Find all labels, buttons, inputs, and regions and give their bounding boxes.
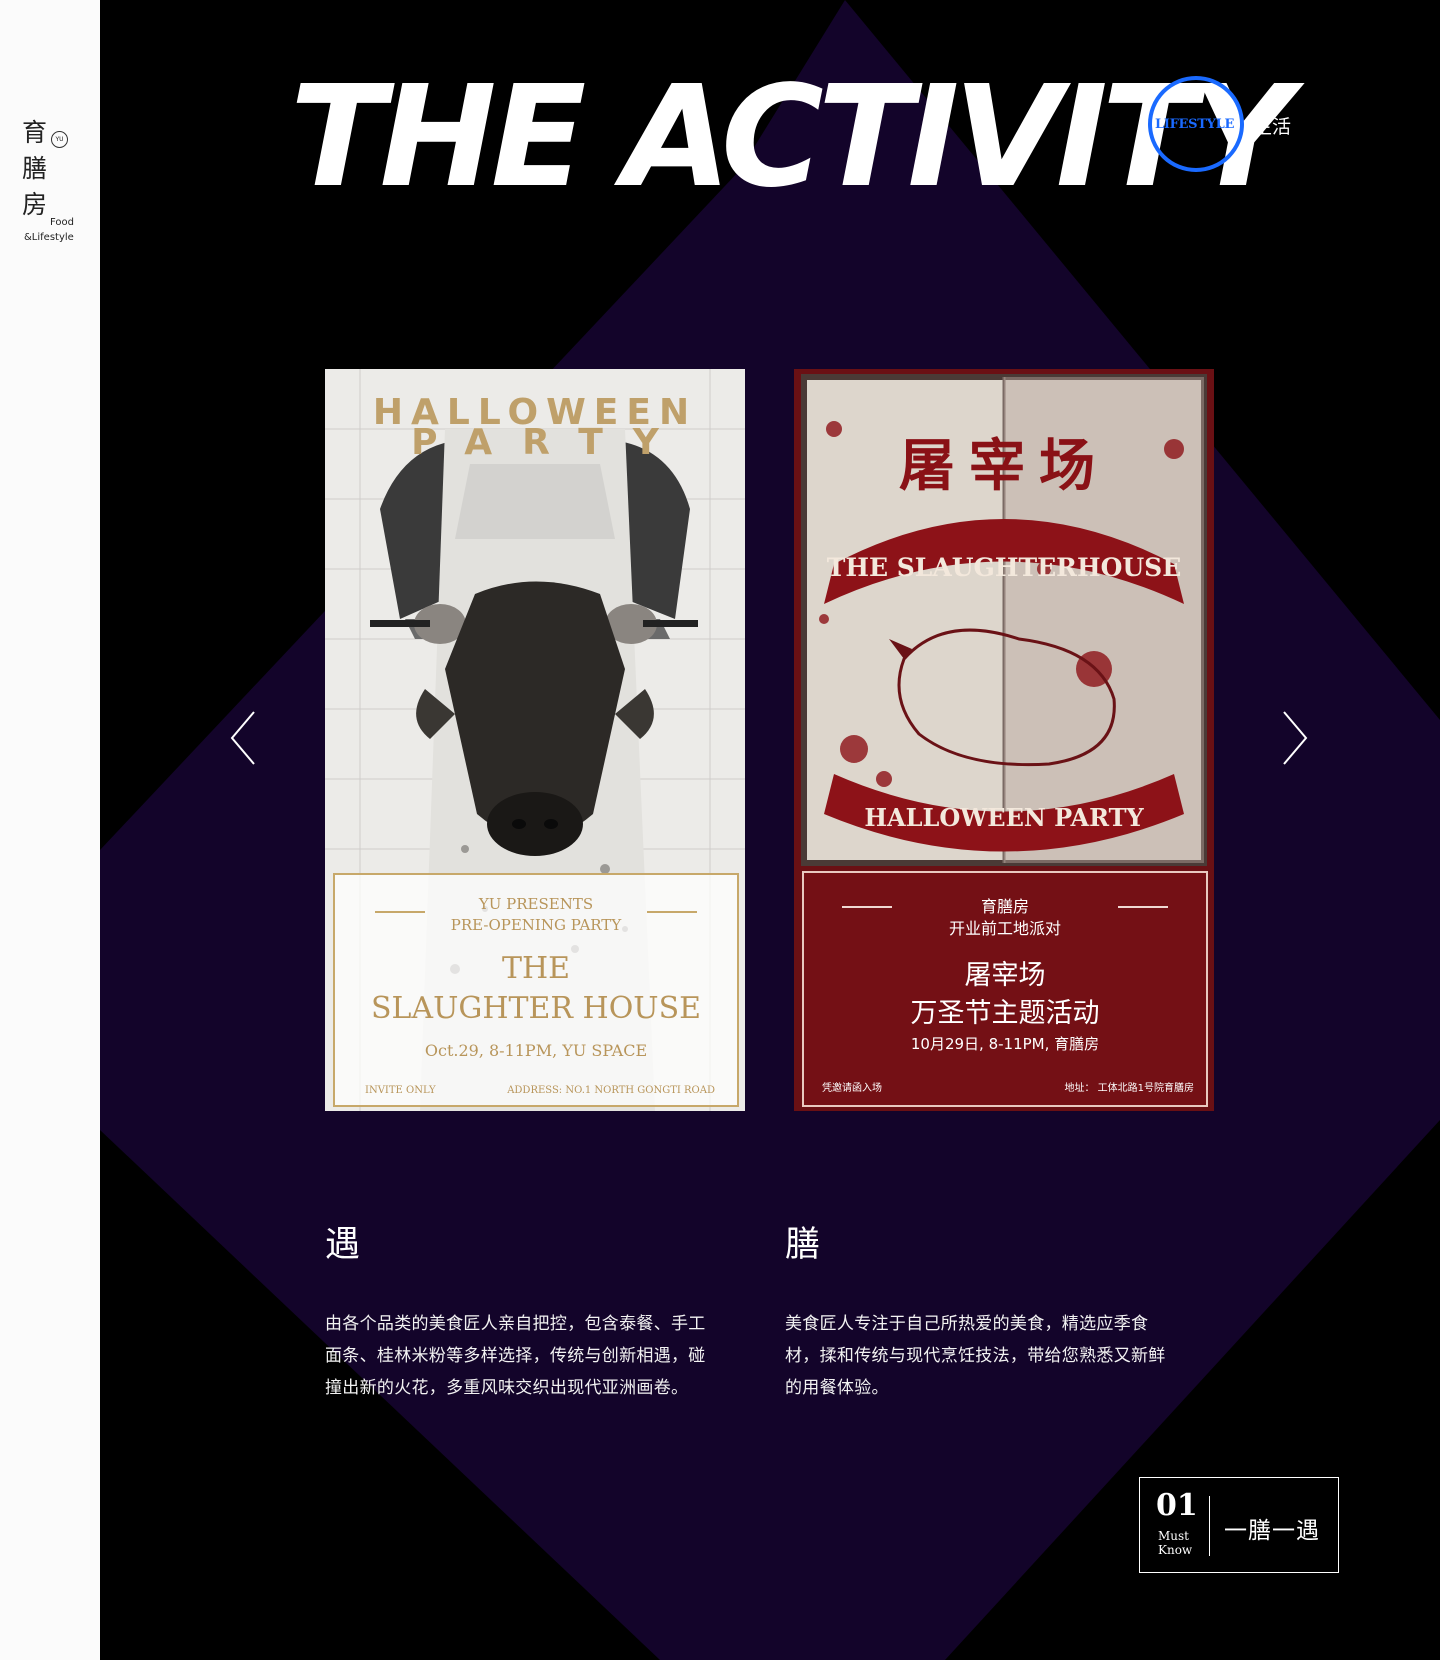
poster-1-info-box: YU PRESENTS PRE-OPENING PARTY THE SLAUGH…: [333, 873, 739, 1107]
poster-2-date: 10月29日, 8-11PM, 育膳房: [910, 1035, 1100, 1053]
poster-1-presents: YU PRESENTS: [478, 895, 594, 913]
section-shan-heading: 膳: [785, 1225, 821, 1265]
page-title: THE ACTIVITY: [290, 56, 1293, 219]
poster-2-banner-top: THE SLAUGHTERHOUSE: [827, 553, 1182, 582]
must-know-badge[interactable]: 01 Must Know 一膳一遇: [1139, 1477, 1339, 1573]
logo-food: Food: [50, 217, 74, 228]
sidebar: 育 YU 膳 房 Food &Lifestyle: [0, 0, 100, 1660]
background-diamond: [100, 0, 1440, 1660]
poster-1-name-line-2: SLAUGHTER HOUSE: [370, 991, 702, 1026]
logo-char-3: 房: [22, 190, 48, 219]
logo-lifestyle: &Lifestyle: [24, 232, 74, 243]
carousel-prev-button[interactable]: [228, 710, 258, 766]
lifestyle-label[interactable]: LIFESTYLE: [1155, 117, 1234, 132]
logo-char-1: 育: [22, 118, 48, 147]
poster-2-subtitle: 开业前工地派对: [948, 919, 1061, 938]
poster-2-footer-left: 凭邀请函入场: [822, 1083, 882, 1094]
section-shan: 膳 美食匠人专注于自己所热爱的美食，精选应季食材，揉和传统与现代烹饪技法，带给您…: [785, 1220, 1175, 1404]
poster-1-footer-right: ADDRESS: NO.1 NORTH GONGTI ROAD: [507, 1085, 715, 1096]
must-know-divider: [1209, 1496, 1210, 1556]
must-know-number: 01: [1156, 1488, 1198, 1523]
must-know-label-line-1: Must: [1158, 1529, 1189, 1543]
poster-2-brand: 育膳房: [980, 897, 1029, 916]
section-yu: 遇 由各个品类的美食匠人亲自把控，包含泰餐、手工面条、桂林米粉等多样选择，传统与…: [325, 1220, 715, 1404]
poster-halloween[interactable]: HALLOWEEN PARTY YU PRESENTS PRE-OPENING …: [325, 369, 745, 1111]
chevron-right-icon: [1283, 711, 1308, 765]
logo[interactable]: 育 YU 膳 房 Food &Lifestyle: [20, 120, 94, 250]
poster-2-footer-right: 地址： 工体北路1号院育膳房: [1064, 1083, 1194, 1094]
poster-2-banner-bottom: HALLOWEEN PARTY: [864, 803, 1144, 832]
lifestyle-cn-label[interactable]: 生活: [1253, 112, 1291, 139]
poster-slaughterhouse[interactable]: THE SLAUGHTERHOUSE HALLOWEEN PARTY 屠宰场 育…: [794, 369, 1214, 1111]
poster-2-name-line-1: 屠宰场: [964, 960, 1046, 991]
poster-2-title: 屠宰场: [899, 434, 1109, 499]
poster-1-date: Oct.29, 8-11PM, YU SPACE: [424, 1041, 648, 1060]
chevron-left-icon: [230, 711, 255, 765]
poster-2-info-box: 育膳房 开业前工地派对 屠宰场 万圣节主题活动 10月29日, 8-11PM, …: [802, 871, 1208, 1107]
section-shan-body: 美食匠人专注于自己所热爱的美食，精选应季食材，揉和传统与现代烹饪技法，带给您熟悉…: [785, 1314, 1166, 1398]
must-know-label-line-2: Know: [1158, 1543, 1193, 1557]
poster-1-subtitle: PRE-OPENING PARTY: [450, 916, 622, 934]
must-know-label: Must Know: [1158, 1529, 1192, 1557]
poster-2-name-line-2: 万圣节主题活动: [910, 998, 1100, 1029]
logo-seal: YU: [51, 131, 68, 148]
section-yu-heading: 遇: [325, 1225, 361, 1265]
logo-char-2: 膳: [22, 154, 48, 183]
poster-1-footer-left: INVITE ONLY: [365, 1085, 436, 1096]
section-yu-body: 由各个品类的美食匠人亲自把控，包含泰餐、手工面条、桂林米粉等多样选择，传统与创新…: [325, 1314, 706, 1398]
poster-1-name-line-1: THE: [501, 951, 571, 986]
must-know-title: 一膳一遇: [1224, 1518, 1320, 1544]
poster-1-title-line-2: PARTY: [411, 422, 689, 463]
main-panel: THE ACTIVITY LIFESTYLE 生活 HALLOWEEN PART…: [100, 0, 1440, 1660]
carousel-next-button[interactable]: [1280, 710, 1310, 766]
